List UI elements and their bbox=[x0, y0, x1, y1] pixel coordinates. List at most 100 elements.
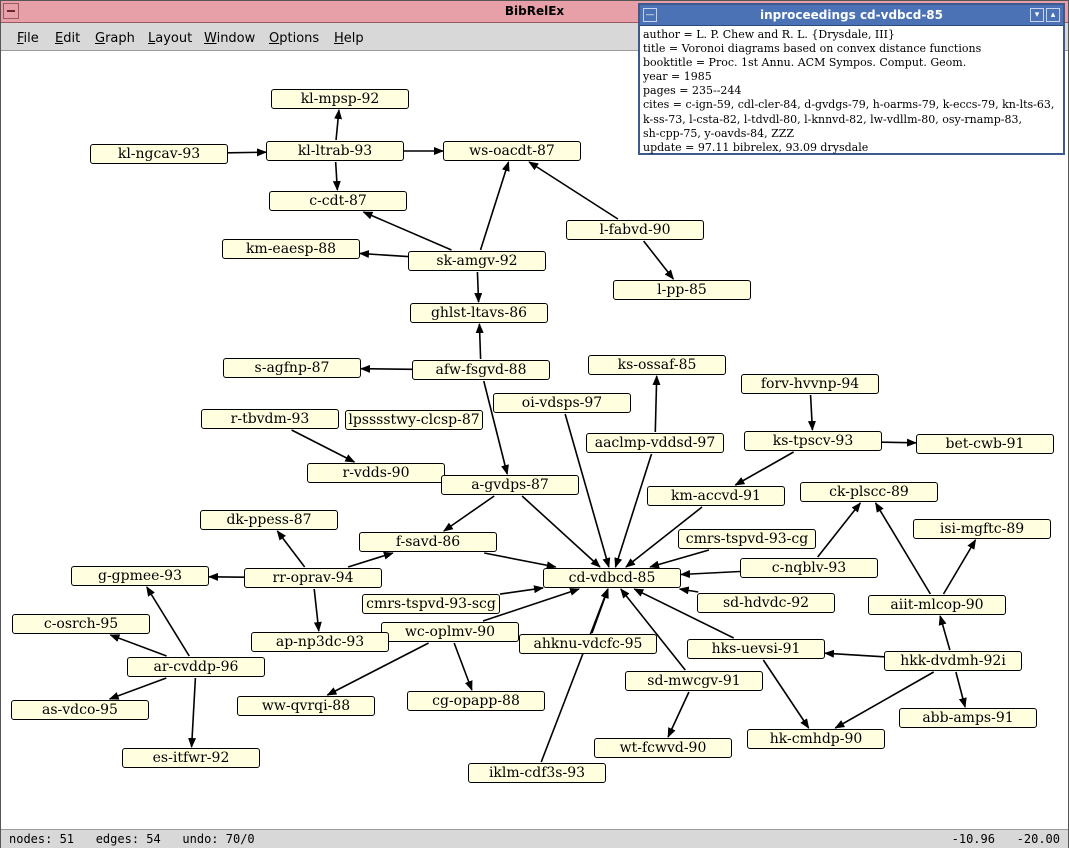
field-author: author = L. P. Chew and R. L. {Drysdale,… bbox=[643, 28, 895, 41]
graph-node[interactable]: hkk-dvdmh-92i bbox=[884, 651, 1022, 671]
graph-node[interactable]: ahknu-vdcfc-95 bbox=[519, 634, 657, 654]
graph-node[interactable]: wt-fcwvd-90 bbox=[594, 738, 732, 758]
graph-node[interactable]: es-itfwr-92 bbox=[122, 748, 260, 768]
field-cites-cont-1: k-ss-73, l-csta-82, l-tdvdl-80, l-knnvd-… bbox=[643, 112, 1022, 126]
citation-edge bbox=[360, 364, 413, 373]
citation-edge bbox=[443, 495, 495, 532]
citation-edge bbox=[359, 250, 409, 259]
graph-node[interactable]: r-vdds-90 bbox=[307, 463, 445, 483]
graph-node[interactable]: aaclmp-vddsd-97 bbox=[586, 433, 724, 453]
citation-edge bbox=[652, 375, 661, 433]
citation-edge bbox=[642, 240, 675, 280]
field-update: update = 97.11 bibrelex, 93.09 drysdale bbox=[643, 140, 869, 154]
graph-node[interactable]: kl-ngcav-93 bbox=[90, 144, 228, 164]
info-body: author = L. P. Chew and R. L. {Drysdale,… bbox=[643, 28, 1061, 155]
graph-node[interactable]: rr-oprav-94 bbox=[244, 568, 382, 588]
menu-layout[interactable]: Layout bbox=[148, 31, 192, 46]
citation-edge bbox=[938, 615, 951, 651]
minimize-icon[interactable]: ▾ bbox=[1030, 8, 1044, 22]
citation-edge bbox=[874, 502, 932, 595]
status-counts: nodes: 51 edges: 54 undo: 70/0 bbox=[9, 832, 255, 846]
graph-node[interactable]: wc-oplmv-90 bbox=[381, 622, 519, 642]
graph-node[interactable]: s-agfnp-87 bbox=[223, 358, 361, 378]
graph-node[interactable]: sk-amgv-92 bbox=[408, 251, 546, 271]
graph-node[interactable]: c-osrch-95 bbox=[12, 614, 150, 634]
graph-node[interactable]: sd-mwcgv-91 bbox=[625, 671, 763, 691]
citation-edge bbox=[521, 495, 601, 568]
graph-node[interactable]: r-tbvdm-93 bbox=[201, 409, 339, 429]
graph-node[interactable]: cmrs-tspvd-93-cg bbox=[678, 529, 816, 549]
graph-node[interactable]: aiit-mlcop-90 bbox=[868, 595, 1006, 615]
graph-node[interactable]: cd-vdbcd-85 bbox=[543, 568, 681, 588]
menu-graph[interactable]: Graph bbox=[95, 31, 135, 46]
graph-node[interactable]: isi-mgftc-89 bbox=[913, 519, 1051, 539]
field-cites-cont-2: sh-cpp-75, y-oavds-84, ZZZ bbox=[643, 126, 795, 140]
info-title-bar[interactable]: — inproceedings cd-vdbcd-85 ▾ ▴ bbox=[640, 5, 1063, 26]
graph-node[interactable]: as-vdco-95 bbox=[11, 700, 149, 720]
citation-edge bbox=[479, 161, 510, 251]
citation-edge bbox=[499, 585, 544, 595]
graph-node[interactable]: cmrs-tspvd-93-scg bbox=[362, 594, 500, 614]
citation-edge bbox=[474, 271, 483, 303]
maximize-icon[interactable]: ▴ bbox=[1046, 8, 1060, 22]
citation-edge bbox=[591, 588, 609, 634]
citation-edge bbox=[678, 586, 699, 595]
citation-edge bbox=[146, 586, 190, 657]
citation-edge bbox=[108, 677, 167, 700]
citation-edge bbox=[332, 161, 341, 191]
citation-edge bbox=[955, 671, 967, 708]
status-bar: nodes: 51 edges: 54 undo: 70/0 -10.96 -2… bbox=[1, 829, 1068, 848]
graph-node[interactable]: sd-hdvdc-92 bbox=[697, 593, 835, 613]
citation-edge bbox=[475, 323, 484, 360]
citation-edge bbox=[453, 642, 473, 691]
graph-node[interactable]: hk-cmhdp-90 bbox=[747, 729, 885, 749]
graph-node[interactable]: g-gpmee-93 bbox=[71, 566, 209, 586]
graph-node[interactable]: c-nqblv-93 bbox=[740, 558, 878, 578]
graph-canvas[interactable]: kl-mpsp-92 kl-ngcav-93 kl-ltrab-93 ws-oacdt… bbox=[5, 51, 1066, 828]
graph-node[interactable]: km-eaesp-88 bbox=[222, 239, 360, 259]
status-coordinates: -10.96 -20.00 bbox=[951, 832, 1060, 846]
menu-options[interactable]: Options bbox=[269, 31, 319, 46]
graph-node[interactable]: f-savd-86 bbox=[359, 532, 497, 552]
graph-node[interactable]: oi-vdsps-97 bbox=[493, 393, 631, 413]
graph-node[interactable]: dk-ppess-87 bbox=[200, 510, 338, 530]
graph-node[interactable]: ghlst-ltavs-86 bbox=[410, 303, 548, 323]
entry-info-window: — inproceedings cd-vdbcd-85 ▾ ▴ author =… bbox=[638, 3, 1065, 155]
citation-edge bbox=[762, 659, 810, 729]
menu-edit[interactable]: Edit bbox=[55, 31, 80, 46]
graph-node[interactable]: afw-fsgvd-88 bbox=[412, 360, 550, 380]
graph-node[interactable]: lpsssstwy-clcsp-87 bbox=[345, 410, 483, 430]
graph-node[interactable]: ap-np3dc-93 bbox=[251, 632, 389, 652]
graph-node[interactable]: hks-uevsi-91 bbox=[687, 639, 825, 659]
graph-node[interactable]: c-cdt-87 bbox=[269, 191, 407, 211]
graph-node[interactable]: ws-oacdt-87 bbox=[443, 141, 581, 161]
graph-node[interactable]: forv-hvvnp-94 bbox=[741, 374, 879, 394]
graph-node[interactable]: kl-mpsp-92 bbox=[271, 89, 409, 109]
citation-edge bbox=[942, 539, 977, 595]
graph-node[interactable]: ck-plscc-89 bbox=[800, 482, 938, 502]
field-pages: pages = 235--244 bbox=[643, 84, 742, 98]
graph-node[interactable]: cg-opapp-88 bbox=[407, 691, 545, 711]
graph-node[interactable]: a-gvdps-87 bbox=[441, 475, 579, 495]
graph-node[interactable]: l-fabvd-90 bbox=[566, 220, 704, 240]
graph-node[interactable]: l-pp-85 bbox=[613, 280, 751, 300]
graph-node[interactable]: ar-cvddp-96 bbox=[127, 657, 265, 677]
citation-edge bbox=[881, 438, 917, 447]
graph-node[interactable]: km-accvd-91 bbox=[647, 486, 785, 506]
citation-edge bbox=[227, 148, 267, 157]
menu-window[interactable]: Window bbox=[204, 31, 255, 46]
menu-file[interactable]: File bbox=[17, 31, 39, 46]
field-booktitle: booktitle = Proc. 1st Annu. ACM Sympos. … bbox=[643, 56, 967, 70]
citation-edge bbox=[291, 429, 356, 463]
graph-node[interactable]: abb-amps-91 bbox=[899, 708, 1037, 728]
citation-edge bbox=[807, 394, 816, 431]
graph-node[interactable]: kl-ltrab-93 bbox=[266, 141, 404, 161]
graph-node[interactable]: ks-ossaf-85 bbox=[588, 355, 726, 375]
graph-node[interactable]: ww-qvrqi-88 bbox=[237, 696, 375, 716]
citation-edge bbox=[649, 549, 710, 569]
graph-node[interactable]: ks-tpscv-93 bbox=[744, 431, 882, 451]
graph-node[interactable]: bet-cwb-91 bbox=[916, 434, 1054, 454]
menu-help[interactable]: Help bbox=[334, 31, 364, 46]
citation-edge bbox=[334, 109, 343, 141]
graph-node[interactable]: iklm-cdf3s-93 bbox=[468, 763, 606, 783]
